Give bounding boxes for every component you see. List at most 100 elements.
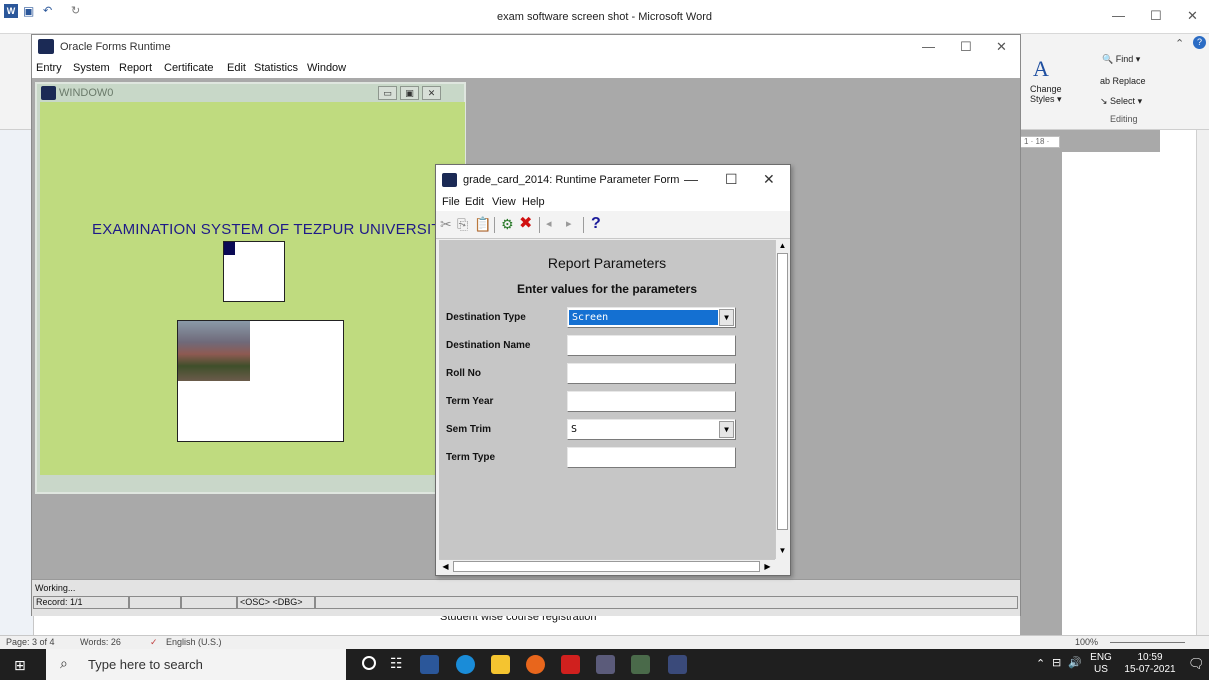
image-box-large [177,320,344,442]
destination-name-field[interactable] [567,335,736,356]
menu-file[interactable]: File [442,196,460,208]
copy-icon[interactable]: ⎘ [457,216,468,232]
network-icon[interactable]: ⊟ [1052,656,1061,669]
status-record: Record: 1/1 [33,596,129,609]
run-report-icon[interactable]: ⚙ [501,216,514,232]
maximize-icon[interactable]: ▣ [400,86,419,100]
window0-icon [41,86,56,100]
windows-start-icon[interactable]: ⊞ [14,657,26,674]
windows-taskbar: ⊞ ⌕ Type here to search ☷ ⌃ ⊟ 🔊 ENG US 10… [0,649,1209,680]
help-icon[interactable]: ? [591,216,601,232]
taskbar-search-box[interactable]: ⌕ Type here to search [46,649,346,680]
word-scrollbar[interactable] [1196,130,1209,635]
menu-certificate[interactable]: Certificate [164,62,214,74]
word-taskbar-icon[interactable] [420,655,439,674]
vertical-scrollbar[interactable]: ▲ ▼ [775,240,789,559]
oracle-title-bar: Oracle Forms Runtime — ☐ ✕ [32,35,1020,59]
rpf-app-icon [442,173,457,187]
enter-values-subheading: Enter values for the parameters [516,282,698,296]
language-indicator[interactable]: ENG US [1088,652,1114,676]
firefox-icon[interactable] [526,655,545,674]
scroll-right-icon[interactable]: ▶ [761,560,774,573]
find-button[interactable]: 🔍 Find ▾ [1102,54,1140,65]
term-year-field[interactable] [567,391,736,412]
maximize-icon[interactable]: ☐ [725,171,738,188]
rpf-parameter-area: Report Parameters Enter values for the p… [439,240,775,559]
destination-type-value: Screen [569,310,718,325]
close-icon[interactable]: ✕ [1187,8,1198,24]
rpf-toolbar: ✂ ⎘ 📋 ⚙ ✖ ◂ ▸ ? [436,211,790,239]
zoom-slider[interactable] [1110,642,1185,643]
paste-icon[interactable]: 📋 [474,216,491,232]
menu-edit[interactable]: Edit [465,196,484,208]
cut-icon[interactable]: ✂ [440,216,452,232]
notification-icon[interactable]: 🗨 [1188,656,1205,672]
scroll-left-icon[interactable]: ◀ [439,560,452,573]
menu-edit[interactable]: Edit [227,62,246,74]
zoom-level[interactable]: 100% [1075,637,1098,647]
change-styles-icon[interactable]: A [1033,56,1049,82]
volume-icon[interactable]: 🔊 [1068,656,1082,669]
tray-chevron-icon[interactable]: ⌃ [1036,657,1045,670]
oracle-app-taskbar-icon[interactable] [596,655,615,674]
horizontal-scrollbar[interactable]: ◀ ▶ [439,559,775,573]
language-status[interactable]: English (U.S.) [166,637,222,647]
menu-statistics[interactable]: Statistics [254,62,298,74]
minimize-icon[interactable]: — [1112,8,1125,23]
page-count: Page: 3 of 4 [6,637,55,647]
window0-title-bar: WINDOW0 ▭ ▣ ✕ [37,84,464,102]
menu-view[interactable]: View [492,196,516,208]
roll-no-field[interactable] [567,363,736,384]
window0-canvas: EXAMINATION SYSTEM OF TEZPUR UNIVERSIT [40,102,465,475]
exam-system-title: EXAMINATION SYSTEM OF TEZPUR UNIVERSIT [92,221,441,238]
oracle-window-title: Oracle Forms Runtime [60,41,171,53]
cancel-icon[interactable]: ✖ [519,216,532,232]
edge-icon[interactable] [456,655,475,674]
proofing-icon[interactable]: ✓ [150,637,158,648]
chevron-down-icon[interactable]: ▼ [719,421,734,438]
search-placeholder: Type here to search [88,657,203,672]
maximize-icon[interactable]: ☐ [960,39,972,55]
file-explorer-icon[interactable] [491,655,510,674]
label-term-type: Term Type [446,452,496,463]
acrobat-icon[interactable] [561,655,580,674]
term-type-field[interactable] [567,447,736,468]
next-page-icon[interactable]: ▸ [566,216,572,232]
image-box-small [223,241,285,302]
minimize-icon[interactable]: — [684,171,698,187]
rpf-menu-bar: File Edit View Help [436,194,790,211]
minimize-icon[interactable]: ▭ [378,86,397,100]
clock[interactable]: 10:59 15-07-2021 [1118,652,1182,676]
destination-type-select[interactable]: Screen ▼ [567,307,736,328]
status-cell [129,596,181,609]
ribbon-collapse-icon[interactable]: ⌃ [1175,37,1184,50]
menu-report[interactable]: Report [119,62,152,74]
help-icon[interactable]: ? [1193,36,1206,49]
toolbar-separator [494,217,495,233]
scroll-thumb[interactable] [777,253,788,530]
task-view-icon[interactable]: ☷ [390,655,403,672]
change-styles-button[interactable]: Change Styles ▾ [1030,84,1062,104]
replace-button[interactable]: ab Replace [1100,76,1146,86]
minimize-icon[interactable]: — [922,39,935,54]
close-icon[interactable]: ✕ [763,171,775,188]
oracle-forms-taskbar-icon[interactable] [631,655,650,674]
cortana-icon[interactable] [362,656,376,670]
menu-help[interactable]: Help [522,196,545,208]
sem-trim-select[interactable]: S ▼ [567,419,736,440]
word-status-bar: Page: 3 of 4 Words: 26 ✓ English (U.S.) … [0,635,1209,649]
maximize-icon[interactable]: ☐ [1150,8,1162,24]
close-icon[interactable]: ✕ [996,39,1007,55]
menu-window[interactable]: Window [307,62,346,74]
label-destination-type: Destination Type [446,312,526,323]
previous-page-icon[interactable]: ◂ [546,216,552,232]
menu-system[interactable]: System [73,62,110,74]
close-icon[interactable]: ✕ [422,86,441,100]
chevron-down-icon[interactable]: ▼ [719,309,734,326]
scroll-down-icon[interactable]: ▼ [776,545,789,557]
select-button[interactable]: ↘ Select ▾ [1100,96,1142,107]
report-taskbar-icon[interactable] [668,655,687,674]
menu-entry[interactable]: Entry [36,62,62,74]
scroll-thumb[interactable] [453,561,760,572]
scroll-up-icon[interactable]: ▲ [776,240,789,252]
